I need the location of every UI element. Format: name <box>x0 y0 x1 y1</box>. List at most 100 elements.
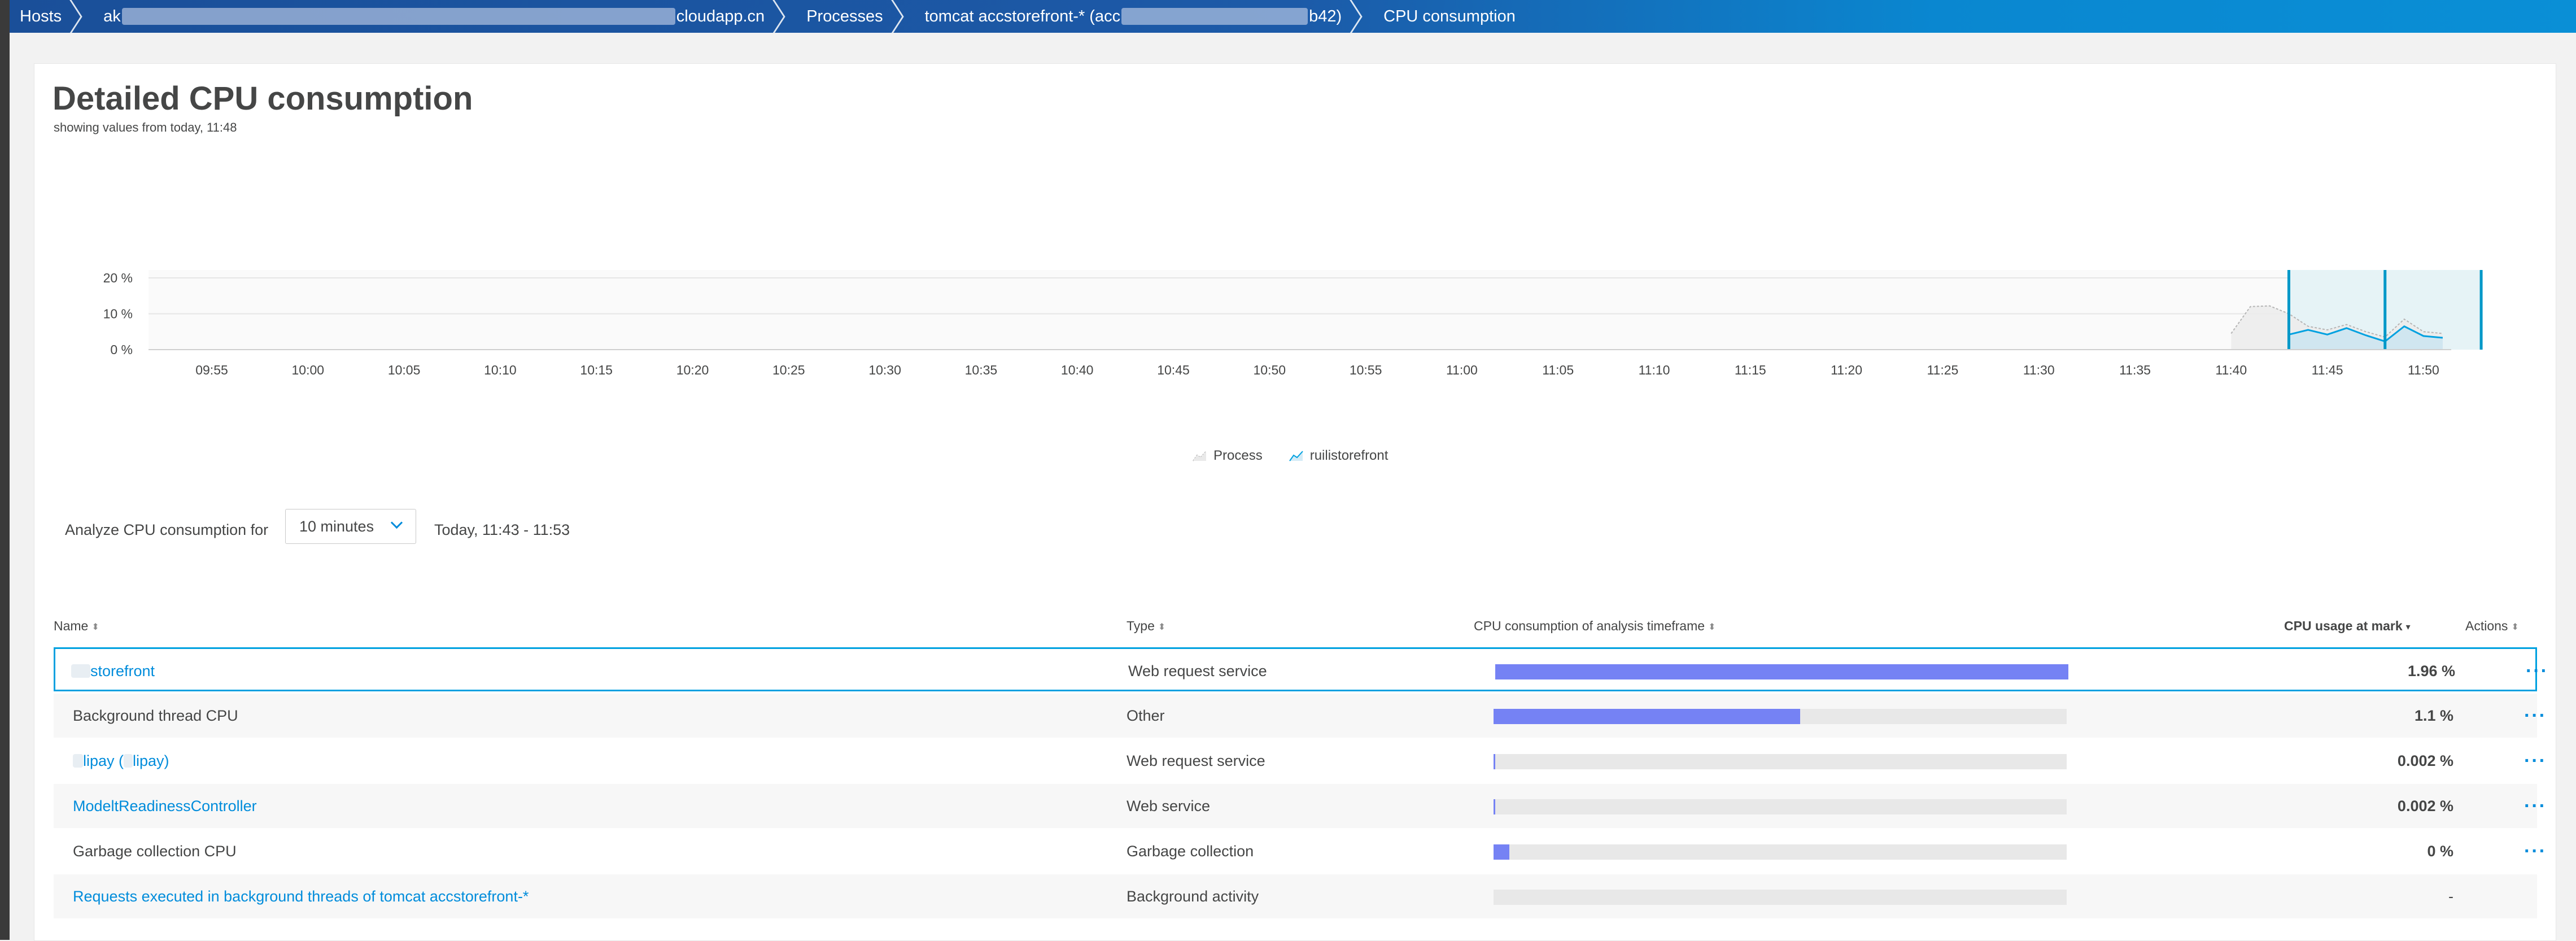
x-tick-label: 11:15 <box>1735 363 1766 377</box>
consumption-bar <box>1494 844 2067 860</box>
more-actions-icon[interactable]: ··· <box>2524 750 2547 772</box>
redacted-text <box>124 754 133 768</box>
column-header-type[interactable]: Type ⬍ <box>1127 618 1166 634</box>
row-type: Garbage collection <box>1127 842 1254 860</box>
consumption-bar <box>1494 709 2067 724</box>
x-tick-label: 11:40 <box>2215 363 2247 377</box>
row-usage: 0 % <box>2427 842 2453 860</box>
breadcrumb: Hosts ak cloudapp.cn Processes tomcat ac… <box>10 0 2576 33</box>
more-actions-icon[interactable]: ··· <box>2524 795 2547 817</box>
more-actions-icon[interactable]: ··· <box>2526 660 2548 682</box>
consumption-bar <box>1494 799 2067 814</box>
breadcrumb-label: CPU consumption <box>1383 7 1516 25</box>
row-usage: 0.002 % <box>2397 752 2453 769</box>
row-name[interactable]: storefront <box>71 649 155 693</box>
x-tick-label: 10:30 <box>868 363 901 377</box>
consumption-bar <box>1494 754 2067 769</box>
column-header-usage[interactable]: CPU usage at mark ▾ <box>2284 618 2412 634</box>
x-tick-label: 11:50 <box>2408 363 2439 377</box>
row-name[interactable]: lipay ( lipay) <box>73 739 169 783</box>
x-tick-label: 11:05 <box>1542 363 1574 377</box>
x-tick-label: 09:55 <box>195 363 228 377</box>
sort-icon: ⬍ <box>91 622 99 632</box>
consumption-bar-fill <box>1494 799 1495 814</box>
column-header-label: CPU consumption of analysis timeframe <box>1474 618 1705 633</box>
row-usage: 1.1 % <box>2414 707 2453 724</box>
breadcrumb-hosts[interactable]: Hosts <box>10 0 84 33</box>
x-tick-label: 10:05 <box>388 363 421 377</box>
sort-icon: ⬍ <box>2511 622 2519 632</box>
row-type: Web request service <box>1127 752 1265 769</box>
left-rail <box>0 0 10 940</box>
row-type: Background activity <box>1127 887 1259 905</box>
row-type: Web request service <box>1128 662 1267 679</box>
more-actions-icon[interactable]: ··· <box>2524 840 2547 862</box>
y-tick-label: 10 % <box>103 307 133 321</box>
timeframe-select[interactable]: 10 minutes <box>285 509 416 544</box>
consumption-bar-fill <box>1495 664 2068 679</box>
row-usage: 0.002 % <box>2397 797 2453 814</box>
row-name: Background thread CPU <box>73 707 238 724</box>
breadcrumb-process[interactable]: tomcat accstorefront-* (acc b42) <box>906 0 1365 33</box>
x-tick-label: 10:20 <box>676 363 709 377</box>
table-header: Name ⬍ Type ⬍ CPU consumption of analysis … <box>54 618 2538 641</box>
more-actions-icon[interactable]: ··· <box>2524 705 2547 727</box>
breadcrumb-host[interactable]: ak cloudapp.cn <box>84 0 787 33</box>
sort-icon: ⬍ <box>1158 622 1166 632</box>
table-row[interactable]: Garbage collection CPU Garbage collectio… <box>54 829 2546 873</box>
redacted-text <box>71 664 90 678</box>
chevron-down-icon <box>390 516 403 529</box>
breadcrumb-label: ak <box>103 7 121 25</box>
row-name-link[interactable]: storefront <box>90 663 155 680</box>
column-header-actions: Actions ⬍ <box>2465 618 2519 634</box>
breadcrumb-processes[interactable]: Processes <box>787 0 905 33</box>
column-header-label: CPU usage at mark <box>2284 618 2403 633</box>
table-row[interactable]: Background thread CPU Other 1.1 % ··· <box>54 694 2546 738</box>
table-row[interactable]: ModeltReadinessController Web service 0.… <box>54 784 2546 828</box>
breadcrumb-label-suffix: cloudapp.cn <box>676 7 765 25</box>
x-tick-label: 10:50 <box>1254 363 1286 377</box>
consumption-bar-fill <box>1494 709 1801 724</box>
consumption-bar <box>1495 664 2068 679</box>
cpu-chart[interactable]: 20 % 10 % 0 % 09:55 10:00 10:05 10:10 10:15 10:2… <box>34 194 2519 442</box>
column-header-label: Actions <box>2465 618 2508 633</box>
y-tick-label: 0 % <box>110 342 133 357</box>
breadcrumb-cpu-consumption: CPU consumption <box>1364 0 1538 33</box>
table-row[interactable]: lipay ( lipay) Web request service 0.002 … <box>54 739 2546 783</box>
breadcrumb-label: Processes <box>806 7 883 25</box>
consumption-bar-fill <box>1494 844 1510 860</box>
x-tick-label: 11:25 <box>1927 363 1958 377</box>
y-tick-label: 20 % <box>103 271 133 285</box>
x-tick-label: 11:45 <box>2312 363 2343 377</box>
x-tick-label: 10:15 <box>580 363 613 377</box>
row-name-link-tail[interactable]: lipay) <box>133 752 169 770</box>
x-tick-label: 11:30 <box>2023 363 2055 377</box>
column-header-name[interactable]: Name ⬍ <box>54 618 99 634</box>
row-name: Garbage collection CPU <box>73 842 237 860</box>
column-header-label: Name <box>54 618 89 633</box>
area-chart-icon <box>1193 451 1207 461</box>
analysis-range: Today, 11:43 - 11:53 <box>434 521 570 538</box>
row-name-link[interactable]: ModeltReadinessController <box>73 784 257 828</box>
row-name-link[interactable]: Requests executed in background threads … <box>73 874 529 918</box>
legend-item-ruilistorefront[interactable]: ruilistorefront <box>1289 448 1388 464</box>
x-tick-label: 10:00 <box>292 363 325 377</box>
table-row[interactable]: storefront Web request service 1.96 % ··… <box>54 647 2547 693</box>
breadcrumb-label: Hosts <box>20 7 62 25</box>
breadcrumb-label-suffix: b42) <box>1309 7 1342 25</box>
x-tick-label: 11:35 <box>2119 363 2151 377</box>
x-tick-label: 10:45 <box>1157 363 1190 377</box>
column-header-label: Type <box>1127 618 1155 633</box>
analyze-label: Analyze CPU consumption for <box>65 521 269 538</box>
row-usage: - <box>2448 887 2453 905</box>
table-row[interactable]: Requests executed in background threads … <box>54 874 2537 918</box>
column-header-consumption[interactable]: CPU consumption of analysis timeframe ⬍ <box>1474 618 1715 634</box>
breadcrumb-label: tomcat accstorefront-* (acc <box>924 7 1121 25</box>
plot-background <box>149 270 2451 350</box>
x-tick-label: 11:20 <box>1831 363 1862 377</box>
x-tick-label: 10:40 <box>1061 363 1094 377</box>
redacted-text <box>121 8 675 25</box>
legend-item-process[interactable]: Process <box>1192 448 1263 464</box>
row-name-link[interactable]: lipay ( <box>83 752 124 770</box>
redacted-text <box>1121 8 1308 25</box>
